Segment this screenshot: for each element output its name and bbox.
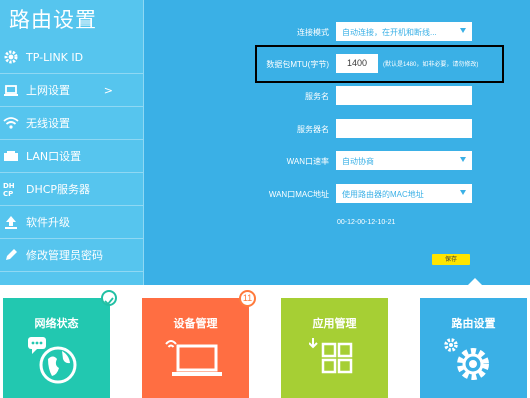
sidebar-item-label: LAN口设置 bbox=[26, 150, 82, 163]
device-count-badge: 11 bbox=[239, 290, 256, 307]
mtu-hint: (默认是1480，如非必要，请勿修改) bbox=[383, 62, 479, 68]
sidebar-item-upgrade[interactable]: 软件升级 bbox=[0, 206, 143, 239]
sidebar-item-internet[interactable]: 上网设置 > bbox=[0, 74, 143, 107]
sidebar-item-label: TP-LINK ID bbox=[26, 50, 84, 64]
sidebar-item-lan[interactable]: LAN口设置 bbox=[0, 140, 143, 173]
sidebar-item-wireless[interactable]: 无线设置 bbox=[0, 107, 143, 140]
svg-text:DH: DH bbox=[3, 182, 15, 190]
chevron-down-icon bbox=[460, 190, 466, 195]
tile-network-status[interactable]: 网络状态 bbox=[3, 298, 110, 398]
wan-mac-select[interactable]: 使用路由器的MAC地址 bbox=[336, 184, 472, 203]
sidebar: 路由设置 TP-LINK ID 上网设置 > 无线设置 LAN口设置 DH CP … bbox=[0, 0, 143, 285]
wan-speed-label: WAN口速率 bbox=[286, 157, 329, 166]
service-name-input[interactable] bbox=[336, 86, 472, 105]
mtu-label: 数据包MTU(字节) bbox=[266, 60, 329, 69]
tile-app-management[interactable]: 应用管理 bbox=[281, 298, 388, 398]
tile-router-settings[interactable]: 路由设置 bbox=[420, 298, 527, 398]
tile-label: 网络状态 bbox=[34, 317, 79, 330]
tile-label: 设备管理 bbox=[173, 317, 218, 330]
chevron-down-icon bbox=[460, 157, 466, 162]
tile-label: 应用管理 bbox=[312, 317, 357, 330]
save-button[interactable]: 保存 bbox=[432, 254, 470, 265]
sidebar-item-label: 软件升级 bbox=[26, 216, 70, 229]
apps-grid-icon bbox=[309, 338, 353, 374]
server-name-label: 服务器名 bbox=[297, 125, 329, 134]
sidebar-item-label: 修改管理员密码 bbox=[26, 249, 103, 262]
wan-mac-value: 使用路由器的MAC地址 bbox=[342, 190, 424, 199]
wan-mac-label: WAN口MAC地址 bbox=[268, 190, 329, 199]
connect-mode-label: 连接模式 bbox=[297, 28, 329, 37]
chevron-down-icon bbox=[460, 28, 466, 33]
sidebar-item-tplink-id[interactable]: TP-LINK ID bbox=[0, 41, 143, 74]
sidebar-item-dhcp[interactable]: DH CP DHCP服务器 bbox=[0, 173, 143, 206]
wan-speed-value: 自动协商 bbox=[342, 157, 374, 166]
service-name-label: 服务名 bbox=[305, 92, 329, 101]
gear-icon bbox=[4, 50, 18, 64]
connect-mode-value: 自动连接，在开机和断线... bbox=[342, 28, 437, 37]
sidebar-item-label: 无线设置 bbox=[26, 117, 70, 130]
mac-address-text: 00-12-00-12-10-21 bbox=[337, 219, 396, 226]
sidebar-divider bbox=[143, 0, 144, 285]
globe-chat-icon bbox=[28, 337, 77, 384]
sidebar-item-label: DHCP服务器 bbox=[26, 183, 91, 196]
tile-label: 路由设置 bbox=[451, 317, 496, 330]
pencil-icon bbox=[6, 249, 17, 260]
lan-port-icon bbox=[4, 151, 18, 161]
upload-icon bbox=[5, 216, 17, 229]
tile-device-management[interactable]: 设备管理 bbox=[142, 298, 249, 398]
wan-speed-select[interactable]: 自动协商 bbox=[336, 151, 472, 170]
dhcp-icon: DHCP bbox=[3, 182, 15, 197]
page-title: 路由设置 bbox=[9, 8, 97, 32]
gears-icon bbox=[444, 338, 489, 380]
sidebar-item-label: 上网设置 bbox=[26, 84, 70, 97]
server-name-input[interactable] bbox=[336, 119, 472, 138]
sidebar-menu: TP-LINK ID 上网设置 > 无线设置 LAN口设置 DH CP DHCP服… bbox=[0, 41, 143, 272]
sidebar-item-admin-password[interactable]: 修改管理员密码 bbox=[0, 239, 143, 272]
chevron-right-icon: > bbox=[103, 83, 113, 97]
laptop-icon bbox=[4, 85, 18, 96]
active-tile-pointer bbox=[468, 278, 482, 285]
connect-mode-select[interactable]: 自动连接，在开机和断线... bbox=[336, 22, 472, 41]
mtu-input[interactable]: 1400 bbox=[336, 54, 378, 73]
check-icon bbox=[104, 297, 114, 306]
svg-text:CP: CP bbox=[3, 190, 13, 197]
laptop-wifi-icon bbox=[165, 340, 222, 376]
status-ok-badge bbox=[101, 290, 117, 306]
wifi-icon bbox=[3, 117, 19, 129]
